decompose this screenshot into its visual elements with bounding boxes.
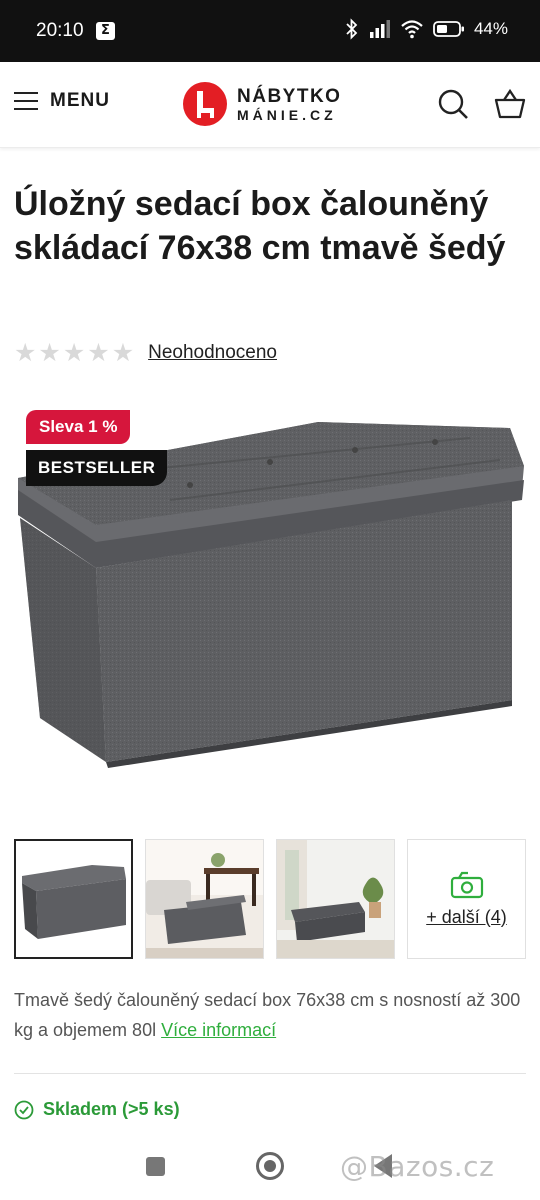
thumbnail-1[interactable] [14, 839, 133, 959]
recents-button[interactable] [146, 1157, 165, 1176]
star-icon: ★ [38, 338, 61, 367]
watermark: @Bazos.cz [340, 1150, 495, 1183]
wifi-icon [401, 20, 423, 39]
check-circle-icon [14, 1100, 34, 1119]
signal-icon [369, 20, 390, 38]
bestseller-badge: BESTSELLER [26, 450, 168, 486]
more-info-link[interactable]: Více informací [161, 1020, 276, 1040]
stock-label: Skladem (>5 ks) [43, 1099, 180, 1119]
product-rating: ★ ★ ★ ★ ★ Neohodnoceno [14, 340, 277, 366]
star-icon: ★ [62, 338, 86, 367]
status-icons: 44% [344, 18, 508, 40]
menu-button[interactable]: MENU [14, 90, 110, 112]
logo-line-2: MÁNIE.CZ [237, 106, 337, 123]
search-icon[interactable] [437, 88, 469, 120]
basket-icon[interactable] [493, 87, 527, 121]
status-bar: 20:10 Σ 44% [0, 0, 540, 62]
notification-icon: Σ [96, 22, 115, 40]
logo-text: NÁBYTKO MÁNIE.CZ [237, 86, 341, 123]
bluetooth-icon [346, 18, 358, 40]
more-photos-button[interactable]: + další (4) [407, 839, 526, 959]
divider [14, 1073, 526, 1074]
menu-label: MENU [50, 90, 110, 111]
logo-line-1: NÁBYTKO [237, 85, 342, 107]
battery-percent: 44% [473, 19, 508, 38]
camera-icon [450, 871, 483, 898]
status-time: 20:10 [36, 20, 84, 41]
product-description: Tmavě šedý čalouněný sedací box 76x38 cm… [14, 985, 529, 1045]
thumbnail-strip: + další (4) [14, 839, 526, 959]
thumbnail-2[interactable] [145, 839, 264, 959]
stock-status: Skladem (>5 ks) [14, 1099, 180, 1120]
hamburger-icon [14, 92, 38, 110]
home-button[interactable] [256, 1152, 284, 1180]
more-photos-label: + další (4) [426, 906, 507, 927]
site-header: MENU NÁBYTKO MÁNIE.CZ [0, 62, 540, 148]
sale-badge: Sleva 1 % [26, 410, 131, 444]
star-icon: ★ [87, 338, 110, 367]
star-icon: ★ [14, 338, 37, 367]
battery-icon [433, 21, 464, 37]
product-title: Úložný sedací box čalouněný skládací 76x… [14, 185, 506, 267]
chair-logo-icon [183, 82, 227, 126]
rating-link[interactable]: Neohodnoceno [148, 342, 277, 364]
rating-stars: ★ ★ ★ ★ ★ [14, 340, 134, 366]
star-icon: ★ [111, 338, 135, 367]
thumbnail-3[interactable] [276, 839, 395, 959]
site-logo[interactable]: NÁBYTKO MÁNIE.CZ [183, 82, 341, 126]
